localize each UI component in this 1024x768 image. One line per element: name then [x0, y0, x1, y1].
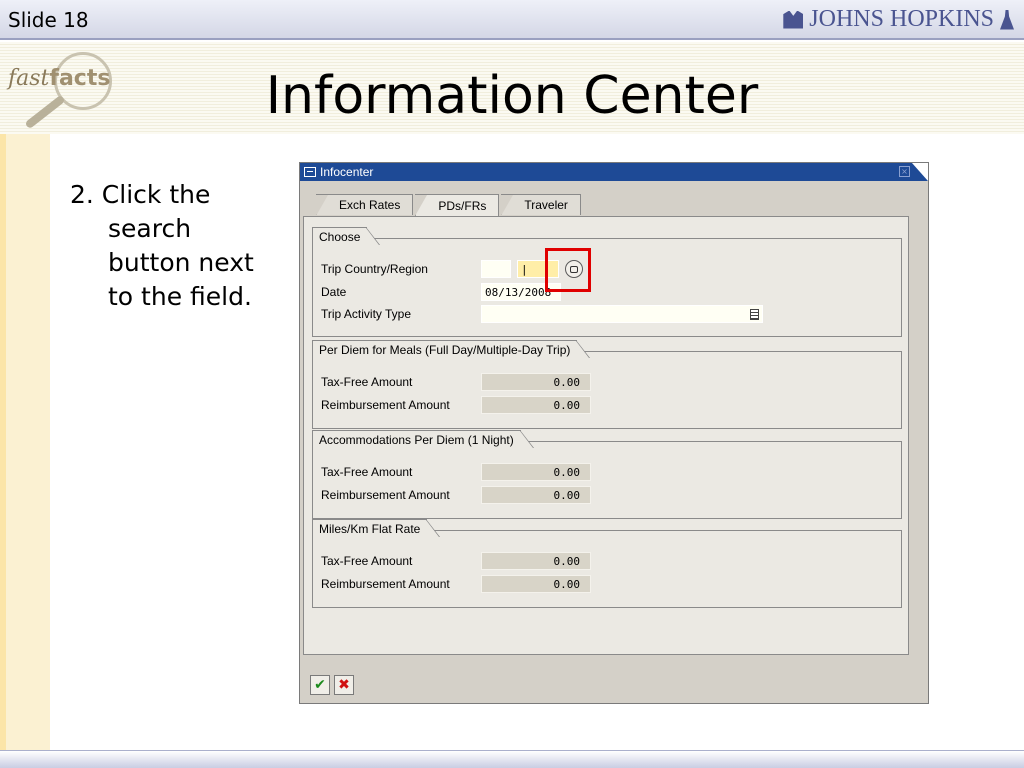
- field-label: Reimbursement Amount: [321, 488, 450, 502]
- instruction-text: 2. Click the search button next to the f…: [70, 180, 254, 311]
- reimbursement-amount: 0.00: [481, 396, 591, 414]
- reimbursement-amount: 0.00: [481, 575, 591, 593]
- field-label: Trip Country/Region: [321, 262, 428, 276]
- group-title: Miles/Km Flat Rate: [312, 519, 441, 537]
- page-title: Information Center: [265, 66, 759, 126]
- institution-name: JOHNS HOPKINS: [809, 6, 994, 32]
- tax-free-row: Tax-Free Amount 0.00: [321, 373, 591, 391]
- field-label: Reimbursement Amount: [321, 577, 450, 591]
- tab-exch-rates[interactable]: Exch Rates: [316, 194, 414, 216]
- confirm-button[interactable]: ✔: [310, 675, 330, 695]
- group-title: Accommodations Per Diem (1 Night): [312, 430, 534, 448]
- field-label: Tax-Free Amount: [321, 375, 413, 389]
- activity-type-row: Trip Activity Type: [321, 305, 763, 323]
- left-accent-strip: [0, 134, 50, 750]
- tax-free-amount: 0.00: [481, 463, 591, 481]
- reimbursement-row: Reimbursement Amount 0.00: [321, 575, 591, 593]
- window-icon: [304, 167, 316, 177]
- tax-free-row: Tax-Free Amount 0.00: [321, 463, 591, 481]
- window-title: Infocenter: [320, 165, 374, 179]
- activity-type-field[interactable]: [481, 305, 763, 323]
- field-label: Tax-Free Amount: [321, 465, 413, 479]
- tab-traveler[interactable]: Traveler: [501, 194, 581, 216]
- slide-header-bar: Slide 18 JOHNS HOPKINS: [0, 0, 1024, 40]
- tab-strip: Exch Rates PDs/FRs Traveler: [316, 194, 583, 216]
- search-button-highlight: [545, 248, 591, 292]
- field-label: Tax-Free Amount: [321, 554, 413, 568]
- trip-country-row: Trip Country/Region |: [321, 260, 583, 278]
- footer-bar: [0, 750, 1024, 768]
- dome-icon: [1000, 9, 1014, 30]
- dialog-buttons: ✔ ✖: [310, 675, 354, 695]
- reimbursement-amount: 0.00: [481, 486, 591, 504]
- miles-flat-rate-group: Miles/Km Flat Rate Tax-Free Amount 0.00 …: [312, 519, 902, 608]
- reimbursement-row: Reimbursement Amount 0.00: [321, 486, 591, 504]
- tab-pds-frs[interactable]: PDs/FRs: [415, 194, 500, 216]
- group-title: Choose: [312, 227, 381, 245]
- field-label: Reimbursement Amount: [321, 398, 450, 412]
- date-row: Date 08/13/2008: [321, 283, 561, 301]
- meals-per-diem-group: Per Diem for Meals (Full Day/Multiple-Da…: [312, 340, 902, 429]
- slide-number: Slide 18: [8, 8, 89, 32]
- jh-shield-icon: [783, 10, 804, 29]
- close-icon[interactable]: ×: [899, 166, 910, 177]
- group-title: Per Diem for Meals (Full Day/Multiple-Da…: [312, 340, 591, 358]
- window-titlebar: Infocenter: [300, 163, 928, 181]
- johns-hopkins-logo: JOHNS HOPKINS: [783, 6, 1014, 33]
- reimbursement-row: Reimbursement Amount 0.00: [321, 396, 591, 414]
- trip-country-field[interactable]: [481, 260, 511, 278]
- sap-infocenter-window: Infocenter × Exch Rates PDs/FRs Traveler…: [299, 162, 929, 704]
- accommodations-group: Accommodations Per Diem (1 Night) Tax-Fr…: [312, 430, 902, 519]
- field-label: Trip Activity Type: [321, 307, 412, 321]
- tax-free-amount: 0.00: [481, 552, 591, 570]
- window-corner: [912, 163, 928, 181]
- field-label: Date: [321, 285, 347, 299]
- choose-group: Choose Trip Country/Region | Date 08/13/…: [312, 227, 902, 337]
- tax-free-amount: 0.00: [481, 373, 591, 391]
- list-icon[interactable]: [750, 308, 759, 320]
- tab-panel: Choose Trip Country/Region | Date 08/13/…: [303, 216, 909, 655]
- tax-free-row: Tax-Free Amount 0.00: [321, 552, 591, 570]
- cancel-button[interactable]: ✖: [334, 675, 354, 695]
